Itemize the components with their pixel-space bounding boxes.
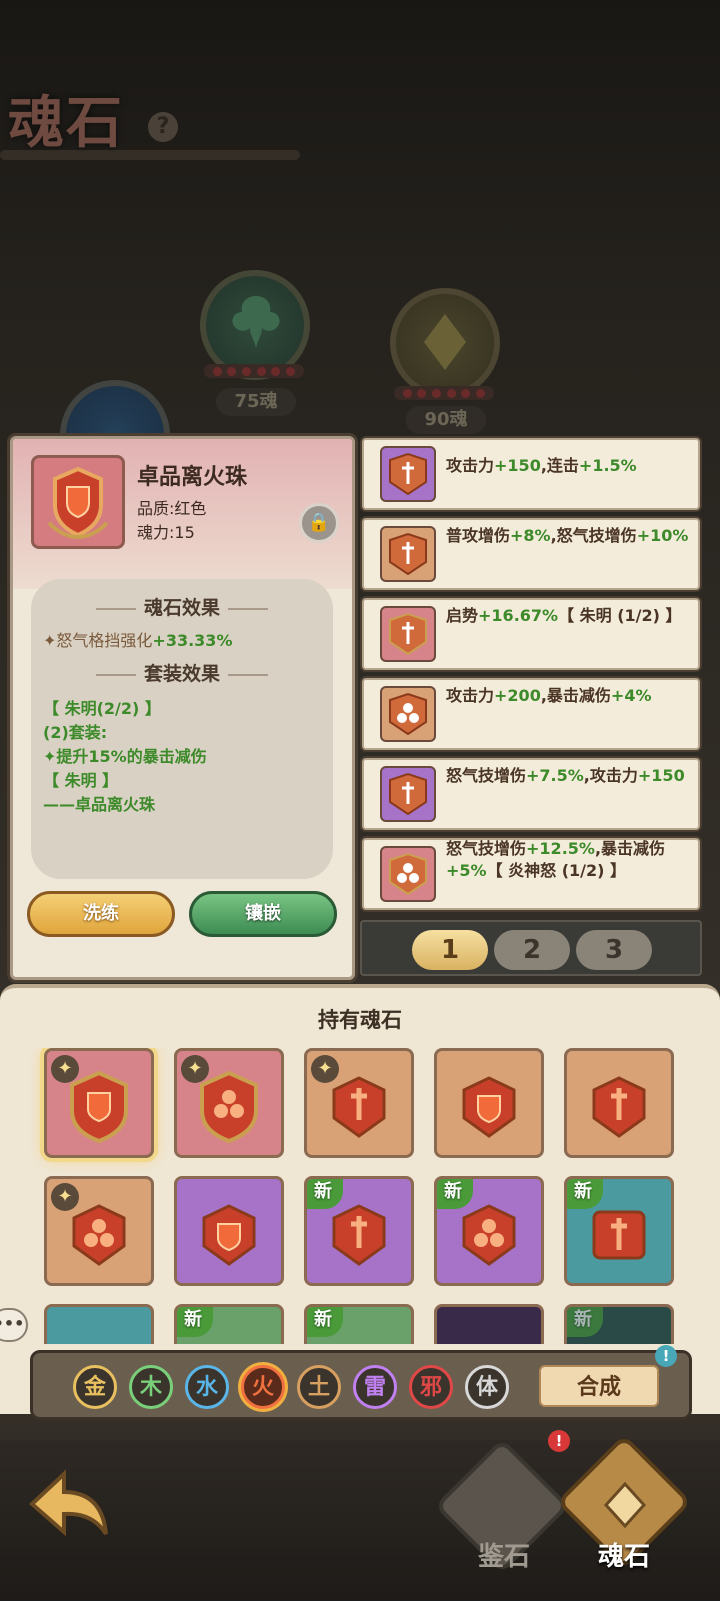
back-arrow-icon[interactable] [26,1468,112,1548]
list-item[interactable]: 攻击力+150,连击+1.5% [362,438,700,510]
page-title: 魂石 [8,90,124,156]
slot-earth-cost: 90魂 [406,406,486,434]
soulstone-icon [603,1481,647,1529]
element-filter-bar: 金 木 水 火 土 雷 邪 体 合成 ! [30,1345,692,1420]
set-effect-title: 套装效果 [31,659,333,686]
list-item[interactable]: 普攻增伤+8%,怒气技增伤+10% [362,518,700,590]
stone-quality: 品质:红色 [137,499,207,518]
stone-name: 卓品离火珠 [137,465,248,490]
sword-icon [592,1076,646,1139]
merge-button[interactable]: 合成 [539,1365,659,1407]
stone-cell[interactable]: 新 [304,1304,414,1344]
stone-cell[interactable] [564,1048,674,1158]
sword-icon [592,1210,646,1260]
element-metal[interactable]: 金 [73,1365,117,1409]
effects-box: 魂石效果 ✦怒气格挡强化+33.33% 套装效果 【 朱明(2/2) 】 (2)… [31,579,333,879]
shield-icon [47,466,109,539]
element-wood[interactable]: 木 [129,1365,173,1409]
diamond-icon [424,314,466,370]
page-button-2[interactable]: 2 [494,930,570,970]
tab-jianshi[interactable]: 鉴石 [478,1536,530,1573]
stone-cell[interactable] [434,1048,544,1158]
bottom-nav: 鉴石 ! 魂石 [0,1430,720,1601]
slot-earth-progress [394,386,494,400]
stone-power: 魂力:15 [137,523,195,542]
element-earth[interactable]: 土 [297,1365,341,1409]
triskelion-icon [72,1204,126,1267]
refine-button[interactable]: 洗练 [27,891,175,937]
set-line: 【 朱明(2/2) 】 [43,699,161,718]
list-item[interactable]: 怒气技增伤+12.5%,暴击减伤+5%【 炎神怒 (1/2) 】 [362,838,700,910]
selected-stone-icon [31,455,125,549]
jianshi-alert-icon: ! [548,1430,570,1452]
tab-hunshi[interactable]: 魂石 [598,1536,650,1573]
triskelion-icon [380,846,436,902]
slot-earth[interactable] [390,288,500,398]
sword-icon [380,446,436,502]
stone-cell[interactable]: ✦ [44,1176,154,1286]
page-button-3[interactable]: 3 [576,930,652,970]
list-item[interactable]: 攻击力+200,暴击减伤+4% [362,678,700,750]
stone-cell[interactable]: 新 [564,1176,674,1286]
shield-icon [202,1204,256,1267]
sword-icon [332,1076,386,1139]
list-item[interactable]: 启势+16.67%【 朱明 (1/2) 】 [362,598,700,670]
shield-icon [462,1076,516,1139]
stone-cell[interactable]: 新 [434,1176,544,1286]
slot-wood-progress [204,364,304,378]
element-body[interactable]: 体 [465,1365,509,1409]
cloud-icon [232,296,280,348]
sword-icon [332,1204,386,1267]
stone-cell[interactable] [44,1304,154,1344]
merge-alert-icon: ! [655,1345,677,1367]
stone-cell[interactable] [174,1176,284,1286]
stone-cell[interactable]: ✦ [304,1048,414,1158]
triskelion-icon [462,1204,516,1267]
inlay-button[interactable]: 镶嵌 [189,891,337,937]
element-evil[interactable]: 邪 [409,1365,453,1409]
new-badge: 新 [307,1307,343,1337]
lock-icon[interactable]: 🔒 [299,503,339,543]
pager: 1 2 3 [360,920,702,976]
sword-icon [380,766,436,822]
inventory-title: 持有魂石 [318,1008,402,1032]
set-line: 【 朱明 】 [43,771,119,790]
list-item[interactable]: 怒气技增伤+7.5%,攻击力+150 [362,758,700,830]
stone-cell[interactable]: ✦ [174,1048,284,1158]
help-button[interactable]: ? [148,112,178,142]
set-line: ——卓品离火珠 [43,795,156,814]
sword-icon [380,526,436,582]
page-button-1[interactable]: 1 [412,930,488,970]
set-line: (2)套装: [43,723,108,742]
triskelion-icon [200,1070,258,1144]
element-water[interactable]: 水 [185,1365,229,1409]
new-badge: 新 [567,1307,603,1337]
decorative-cloud [0,150,300,160]
soul-stone-screen: 魂石 ? 75魂 90魂 卓品离火珠 品质:红色 魂力:15 🔒 魂石效果 ✦怒… [0,0,720,1601]
slot-wood-cost: 75魂 [216,388,296,416]
element-fire[interactable]: 火 [241,1365,285,1409]
stone-detail-panel: 卓品离火珠 品质:红色 魂力:15 🔒 魂石效果 ✦怒气格挡强化+33.33% … [10,436,355,980]
set-line: ✦提升15%的暴击减伤 [43,747,207,766]
stone-cell[interactable] [434,1304,544,1344]
inventory-grid: ✦ ✦ ✦ ✦ 新 新 新 新 新 新 [0,1048,720,1344]
stone-cell[interactable]: ✦ [44,1048,154,1158]
triskelion-icon [380,686,436,742]
stone-effect-title: 魂石效果 [31,593,333,620]
new-badge: 新 [177,1307,213,1337]
stone-cell[interactable]: 新 [304,1176,414,1286]
element-thunder[interactable]: 雷 [353,1365,397,1409]
stone-effect-line: ✦怒气格挡强化+33.33% [43,631,233,650]
stone-cell[interactable]: 新 [174,1304,284,1344]
shield-icon [70,1070,128,1144]
stone-cell[interactable]: 新 [564,1304,674,1344]
sword-icon [380,606,436,662]
